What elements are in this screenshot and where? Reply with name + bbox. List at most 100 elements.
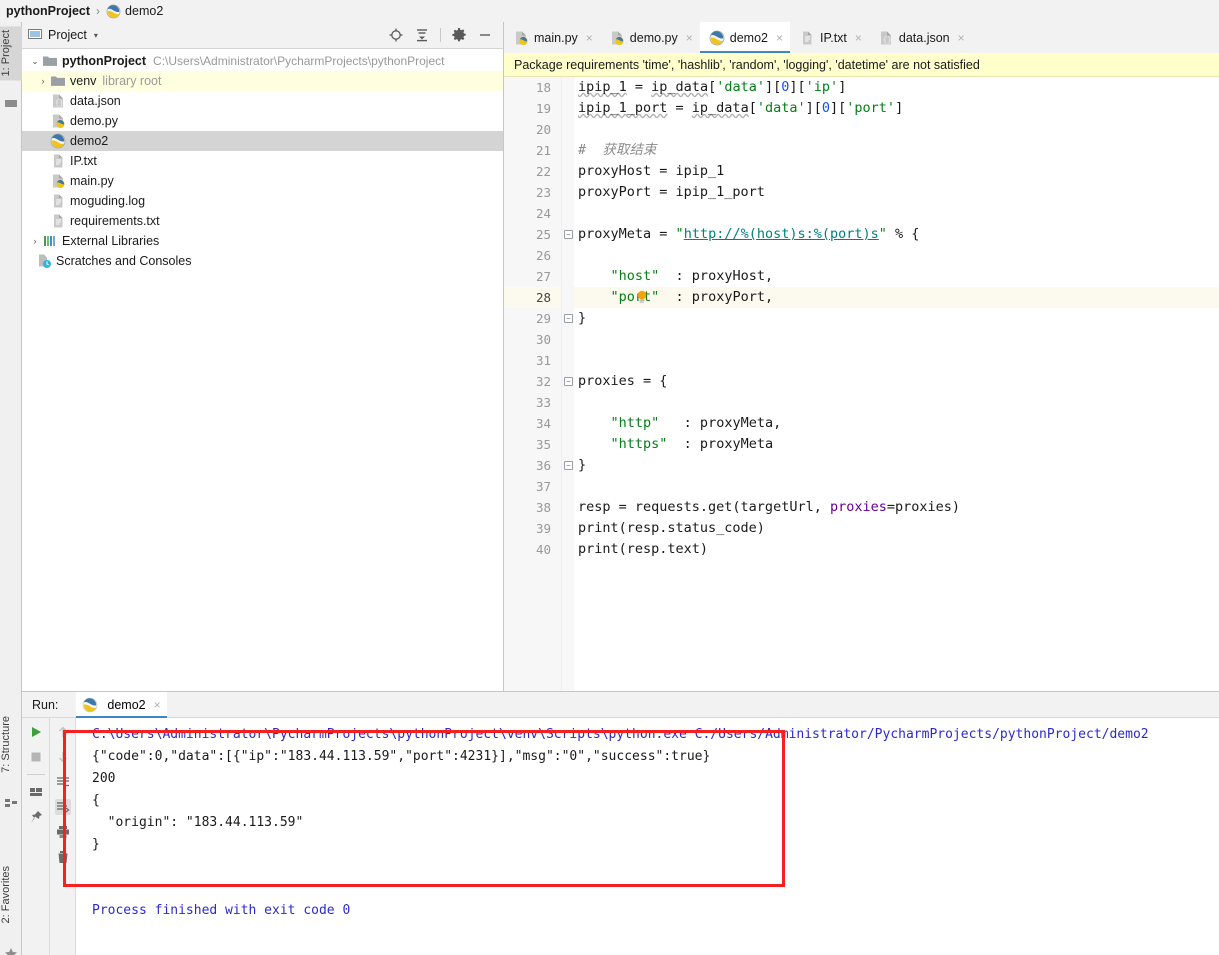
line-number: 31	[535, 353, 551, 368]
tree-row-ip-txt[interactable]: IP.txt	[22, 151, 503, 171]
tree-row-moguding-log[interactable]: moguding.log	[22, 191, 503, 211]
console-line: 200	[92, 771, 116, 786]
console-line-process-finished: Process finished with exit code 0	[92, 903, 351, 918]
python-plain-icon	[82, 697, 98, 713]
scroll-down-icon[interactable]	[55, 749, 71, 765]
run-panel-header: Run: demo2 ×	[22, 691, 1219, 718]
tab-main-py[interactable]: main.py ×	[504, 22, 600, 53]
tree-row-data-json[interactable]: {} data.json	[22, 91, 503, 111]
scroll-up-icon[interactable]	[55, 724, 71, 740]
close-icon[interactable]: ×	[776, 31, 783, 45]
tab-label: data.json	[898, 30, 950, 45]
run-tab-demo2[interactable]: demo2 ×	[76, 691, 167, 718]
breadcrumb-file[interactable]: demo2	[125, 4, 163, 18]
tree-row-external-libraries[interactable]: › External Libraries	[22, 231, 503, 251]
sidebar-item-favorites[interactable]: 2: Favorites	[0, 862, 22, 927]
scroll-to-end-icon[interactable]	[54, 799, 71, 815]
run-panel-label: Run:	[32, 697, 59, 712]
console-output[interactable]: C:\Users\Administrator\PycharmProjects\p…	[76, 718, 1219, 955]
locate-icon[interactable]	[388, 27, 404, 43]
stop-icon[interactable]	[28, 749, 44, 765]
chevron-down-icon[interactable]: ▾	[94, 31, 98, 40]
python-plain-icon	[709, 30, 725, 46]
tree-row-scratches[interactable]: Scratches and Consoles	[22, 251, 503, 271]
line-number: 27	[535, 269, 551, 284]
code-line-32: proxies = {	[578, 373, 668, 389]
code-lines[interactable]: ipip_1 = ip_data['data'][0]['ip'] ipip_1…	[574, 77, 1219, 691]
layout-icon[interactable]	[28, 784, 44, 800]
close-icon[interactable]: ×	[686, 31, 693, 45]
tab-data-json[interactable]: {} data.json ×	[869, 22, 972, 53]
breadcrumb: pythonProject › demo2	[0, 0, 1219, 22]
breadcrumb-project[interactable]: pythonProject	[6, 4, 90, 18]
line-number: 20	[535, 122, 551, 137]
close-icon[interactable]: ×	[154, 698, 161, 712]
run-left-toolbar	[22, 718, 50, 955]
run-icon[interactable]	[28, 724, 44, 740]
text-icon	[50, 153, 66, 169]
tree-row-demo-py[interactable]: demo.py	[22, 111, 503, 131]
chevron-right-icon[interactable]: ›	[36, 71, 50, 91]
tree-row-pythonproject[interactable]: ⌄ pythonProject C:\Users\Administrator\P…	[22, 51, 503, 71]
json-icon: {}	[50, 93, 66, 109]
code-line-21: # 获取结束	[578, 142, 657, 158]
line-number: 26	[535, 248, 551, 263]
sidebar-item-project[interactable]: 1: Project	[0, 26, 22, 81]
close-icon[interactable]: ×	[958, 31, 965, 45]
trash-icon[interactable]	[55, 849, 71, 865]
console-line: {"code":0,"data":[{"ip":"183.44.113.59",…	[92, 749, 711, 764]
chevron-right-icon[interactable]: ›	[28, 231, 42, 251]
collapse-all-icon[interactable]	[414, 27, 430, 43]
tree-label: pythonProject	[62, 54, 147, 68]
text-icon	[799, 30, 815, 46]
line-number-current: 28	[504, 287, 561, 308]
tree-label: data.json	[70, 94, 121, 108]
python-plain-icon	[50, 133, 66, 149]
run-tab-label: demo2	[107, 697, 146, 712]
code-editor[interactable]: 18 19 20 21 22 23 24 25 26 27 28 29 30 3…	[504, 77, 1219, 691]
sidebar-item-structure[interactable]: 7: Structure	[0, 712, 22, 777]
fold-marker-collapse[interactable]: −	[564, 461, 573, 470]
line-number: 24	[535, 206, 551, 221]
python-icon	[513, 30, 529, 46]
tree-label: moguding.log	[70, 194, 146, 208]
line-number: 19	[535, 101, 551, 116]
code-line-25: proxyMeta = "http://%(host)s:%(port)s" %…	[578, 226, 920, 242]
pin-icon[interactable]	[28, 809, 44, 825]
chevron-down-icon[interactable]: ⌄	[28, 51, 42, 71]
print-icon[interactable]	[55, 824, 71, 840]
tree-row-demo2[interactable]: demo2	[22, 131, 503, 151]
fold-marker-collapse[interactable]: −	[564, 377, 573, 386]
fold-marker-collapse[interactable]: −	[564, 230, 573, 239]
fold-marker-collapse[interactable]: −	[564, 314, 573, 323]
close-icon[interactable]: ×	[855, 31, 862, 45]
intention-bulb-icon[interactable]	[636, 289, 648, 305]
code-fold-column[interactable]: − − − −	[562, 77, 574, 691]
tree-row-requirements-txt[interactable]: requirements.txt	[22, 211, 503, 231]
code-line-19: ipip_1_port = ip_data['data'][0]['port']	[578, 100, 904, 116]
tab-demo-py[interactable]: demo.py ×	[600, 22, 700, 53]
editor-area: main.py × demo.py × demo2 × IP.txt × {} …	[504, 22, 1219, 691]
minimize-icon[interactable]	[477, 27, 493, 43]
tree-project-path: C:\Users\Administrator\PycharmProjects\p…	[153, 54, 445, 68]
tree-label: IP.txt	[70, 154, 97, 168]
soft-wrap-icon[interactable]	[55, 774, 71, 790]
tab-ip-txt[interactable]: IP.txt ×	[790, 22, 869, 53]
svg-text:{}: {}	[883, 37, 891, 45]
close-icon[interactable]: ×	[586, 31, 593, 45]
tree-label: demo.py	[70, 114, 118, 128]
python-plain-icon	[106, 4, 121, 19]
tab-demo2[interactable]: demo2 ×	[699, 22, 791, 53]
toolbar-divider	[440, 28, 441, 42]
line-number: 40	[535, 542, 551, 557]
tree-row-venv[interactable]: › venv library root	[22, 71, 503, 91]
tab-label: demo2	[729, 30, 768, 45]
gear-icon[interactable]	[451, 27, 467, 43]
line-number-gutter: 18 19 20 21 22 23 24 25 26 27 28 29 30 3…	[504, 77, 562, 691]
tree-row-main-py[interactable]: main.py	[22, 171, 503, 191]
code-line-28: "port" : proxyPort,	[610, 289, 774, 305]
